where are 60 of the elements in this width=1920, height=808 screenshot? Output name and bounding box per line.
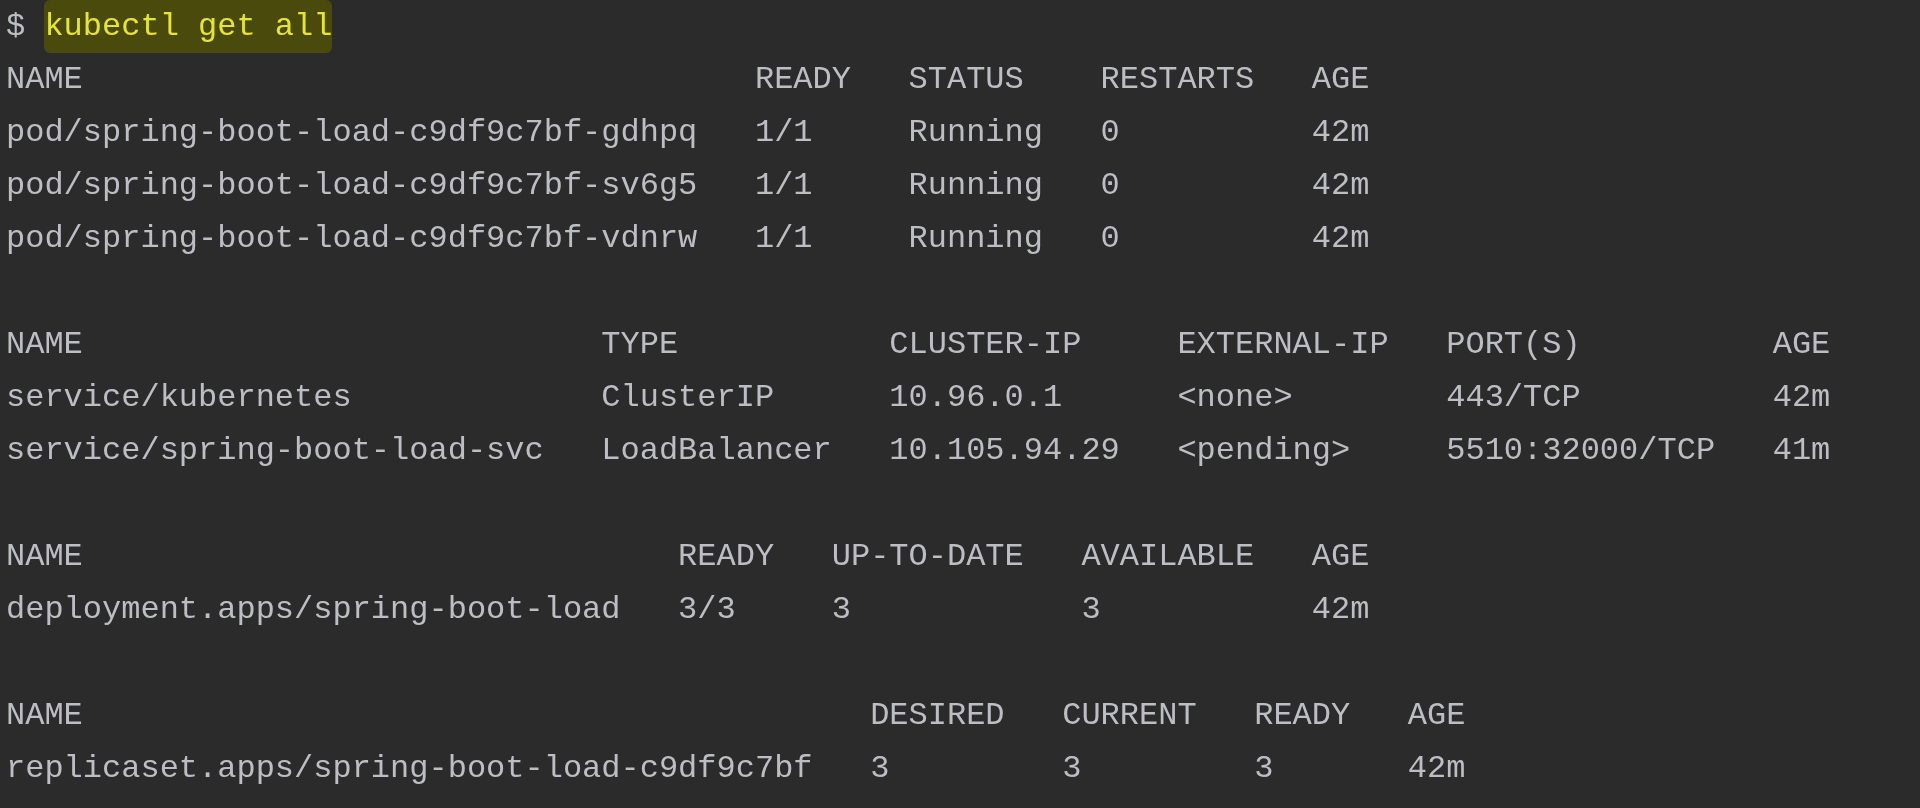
table-cell-text: 3 (1081, 590, 1101, 630)
table-cell-text: 3/3 (678, 590, 736, 630)
column-header: NAME (6, 325, 83, 365)
table-cell-text: 42m (1311, 590, 1370, 630)
table-cell-text: pod/spring-boot-load-c9df9c7bf-vdnrw (6, 219, 698, 259)
column-header: RESTARTS (1100, 60, 1255, 100)
column-header: STATUS (908, 60, 1024, 100)
table-cell-text: 42m (1311, 113, 1370, 153)
table-cell-text: Running (908, 166, 1043, 206)
table-cell-text: 3 (870, 749, 890, 789)
table-cell-text: 0 (1100, 113, 1120, 153)
table-cell-text: 41m (1772, 431, 1831, 471)
column-header: AGE (1311, 537, 1370, 577)
table-cell-text: 0 (1100, 219, 1120, 259)
column-header: NAME (6, 60, 83, 100)
table-cell-text: 3 (1254, 749, 1274, 789)
table-cell-text: 10.105.94.29 (889, 431, 1120, 471)
table-cell-text: 10.96.0.1 (889, 378, 1063, 418)
column-header: EXTERNAL-IP (1177, 325, 1389, 365)
column-header: NAME (6, 537, 83, 577)
table-cell-text: 3 (831, 590, 851, 630)
column-header: AVAILABLE (1081, 537, 1255, 577)
table-cell-text: ClusterIP (601, 378, 775, 418)
table-cell-text: pod/spring-boot-load-c9df9c7bf-sv6g5 (6, 166, 698, 206)
column-header: UP-TO-DATE (831, 537, 1024, 577)
table-cell-text: Running (908, 219, 1043, 259)
table-cell-text: 1/1 (754, 219, 813, 259)
column-header: AGE (1407, 696, 1466, 736)
table-cell-text: replicaset.apps/spring-boot-load-c9df9c7bf (6, 749, 813, 789)
column-header: READY (754, 60, 851, 100)
table-cell-text: 42m (1311, 219, 1370, 259)
table-cell-text: 42m (1772, 378, 1831, 418)
table-cell-text: 42m (1407, 749, 1466, 789)
table-cell-text: LoadBalancer (601, 431, 832, 471)
column-header: CLUSTER-IP (889, 325, 1082, 365)
table-cell-text: 5510:32000/TCP (1446, 431, 1716, 471)
table-cell-text: deployment.apps/spring-boot-load (6, 590, 621, 630)
column-header: PORT(S) (1446, 325, 1581, 365)
table-cell-text: 1/1 (754, 113, 813, 153)
column-header: READY (1254, 696, 1351, 736)
table-cell-text: service/kubernetes (6, 378, 352, 418)
prompt-symbol: $ (6, 7, 26, 47)
table-cell-text: <none> (1177, 378, 1293, 418)
table-cell-text: 1/1 (754, 166, 813, 206)
table-cell-text: 3 (1062, 749, 1082, 789)
table-cell-text: 443/TCP (1446, 378, 1581, 418)
table-cell-text: service/spring-boot-load-svc (6, 431, 544, 471)
table-cell-text: <pending> (1177, 431, 1351, 471)
table-cell-text: Running (908, 113, 1043, 153)
command-text: kubectl get all (44, 0, 333, 53)
column-header: TYPE (601, 325, 679, 365)
column-header: AGE (1772, 325, 1831, 365)
table-cell-text: pod/spring-boot-load-c9df9c7bf-gdhpq (6, 113, 698, 153)
column-header: READY (678, 537, 775, 577)
table-cell-text: 0 (1100, 166, 1120, 206)
column-header: DESIRED (870, 696, 1005, 736)
table-cell-text: 42m (1311, 166, 1370, 206)
column-header: AGE (1311, 60, 1370, 100)
column-header: NAME (6, 696, 83, 736)
column-header: CURRENT (1062, 696, 1197, 736)
